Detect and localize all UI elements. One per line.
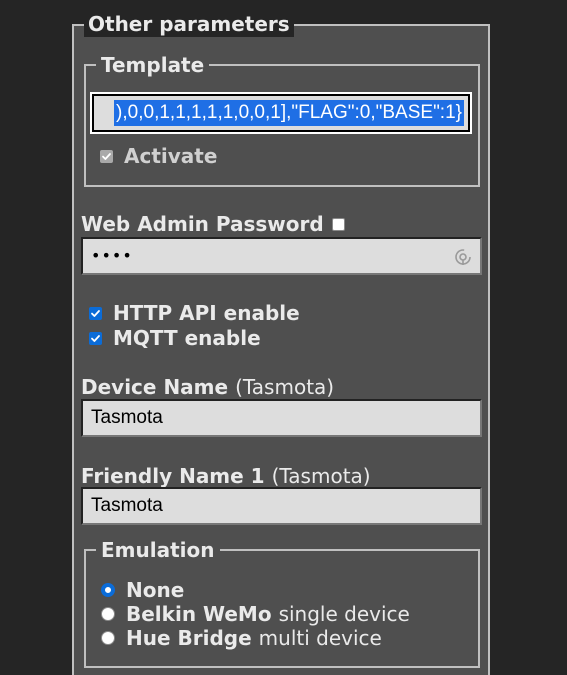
web-admin-password-label: Web Admin Password xyxy=(81,212,324,236)
mqtt-label: MQTT enable xyxy=(113,326,261,350)
mqtt-checkbox[interactable] xyxy=(89,331,102,345)
emulation-hue-bridge-suffix: multi device xyxy=(258,626,382,650)
template-input[interactable]: ),0,0,1,1,1,1,1,0,0,1],"FLAG":0,"BASE":1… xyxy=(90,92,472,134)
mqtt-row[interactable]: MQTT enable xyxy=(89,325,261,351)
emulation-option-hue-bridge[interactable]: Hue Bridge multi device xyxy=(101,625,382,651)
template-input-selected-text: ),0,0,1,1,1,1,1,0,0,1],"FLAG":0,"BASE":1… xyxy=(114,100,464,126)
device-name-value: Tasmota xyxy=(91,407,163,428)
emulation-hue-bridge-radio[interactable] xyxy=(101,631,115,645)
password-reveal-icon[interactable] xyxy=(454,248,472,266)
show-password-checkbox[interactable] xyxy=(331,217,345,231)
checkmark-icon xyxy=(102,152,111,160)
friendly-name-row: Friendly Name 1 (Tasmota) xyxy=(81,463,371,489)
activate-checkbox[interactable] xyxy=(100,149,113,163)
http-api-row[interactable]: HTTP API enable xyxy=(89,300,300,326)
emulation-hue-bridge-label: Hue Bridge xyxy=(126,626,252,650)
device-name-hint: (Tasmota) xyxy=(235,375,335,399)
checkmark-icon xyxy=(91,334,100,342)
http-api-label: HTTP API enable xyxy=(113,301,300,325)
device-name-field[interactable]: Tasmota xyxy=(81,399,482,437)
activate-row[interactable]: Activate xyxy=(100,143,217,169)
password-masked-value: •••• xyxy=(91,246,133,265)
activate-label: Activate xyxy=(124,144,218,168)
template-legend: Template xyxy=(96,52,210,78)
emulation-option-none[interactable]: None xyxy=(101,577,184,603)
emulation-option-belkin-wemo[interactable]: Belkin WeMo single device xyxy=(101,601,410,627)
checkmark-icon xyxy=(91,309,100,317)
http-api-checkbox[interactable] xyxy=(89,306,102,320)
friendly-name-hint: (Tasmota) xyxy=(271,464,371,488)
emulation-belkin-wemo-suffix: single device xyxy=(278,602,410,626)
emulation-none-label: None xyxy=(126,578,185,602)
emulation-none-radio[interactable] xyxy=(101,583,115,597)
emulation-belkin-wemo-label: Belkin WeMo xyxy=(126,602,272,626)
other-parameters-legend: Other parameters xyxy=(84,11,294,37)
friendly-name-label: Friendly Name 1 xyxy=(81,464,265,488)
friendly-name-field[interactable]: Tasmota xyxy=(81,487,482,525)
friendly-name-value: Tasmota xyxy=(91,495,163,516)
web-admin-password-row: Web Admin Password xyxy=(81,211,345,237)
device-name-row: Device Name (Tasmota) xyxy=(81,374,334,400)
web-admin-password-field[interactable]: •••• xyxy=(81,237,482,275)
device-name-label: Device Name xyxy=(81,375,229,399)
emulation-legend: Emulation xyxy=(96,537,220,563)
emulation-belkin-wemo-radio[interactable] xyxy=(101,607,115,621)
